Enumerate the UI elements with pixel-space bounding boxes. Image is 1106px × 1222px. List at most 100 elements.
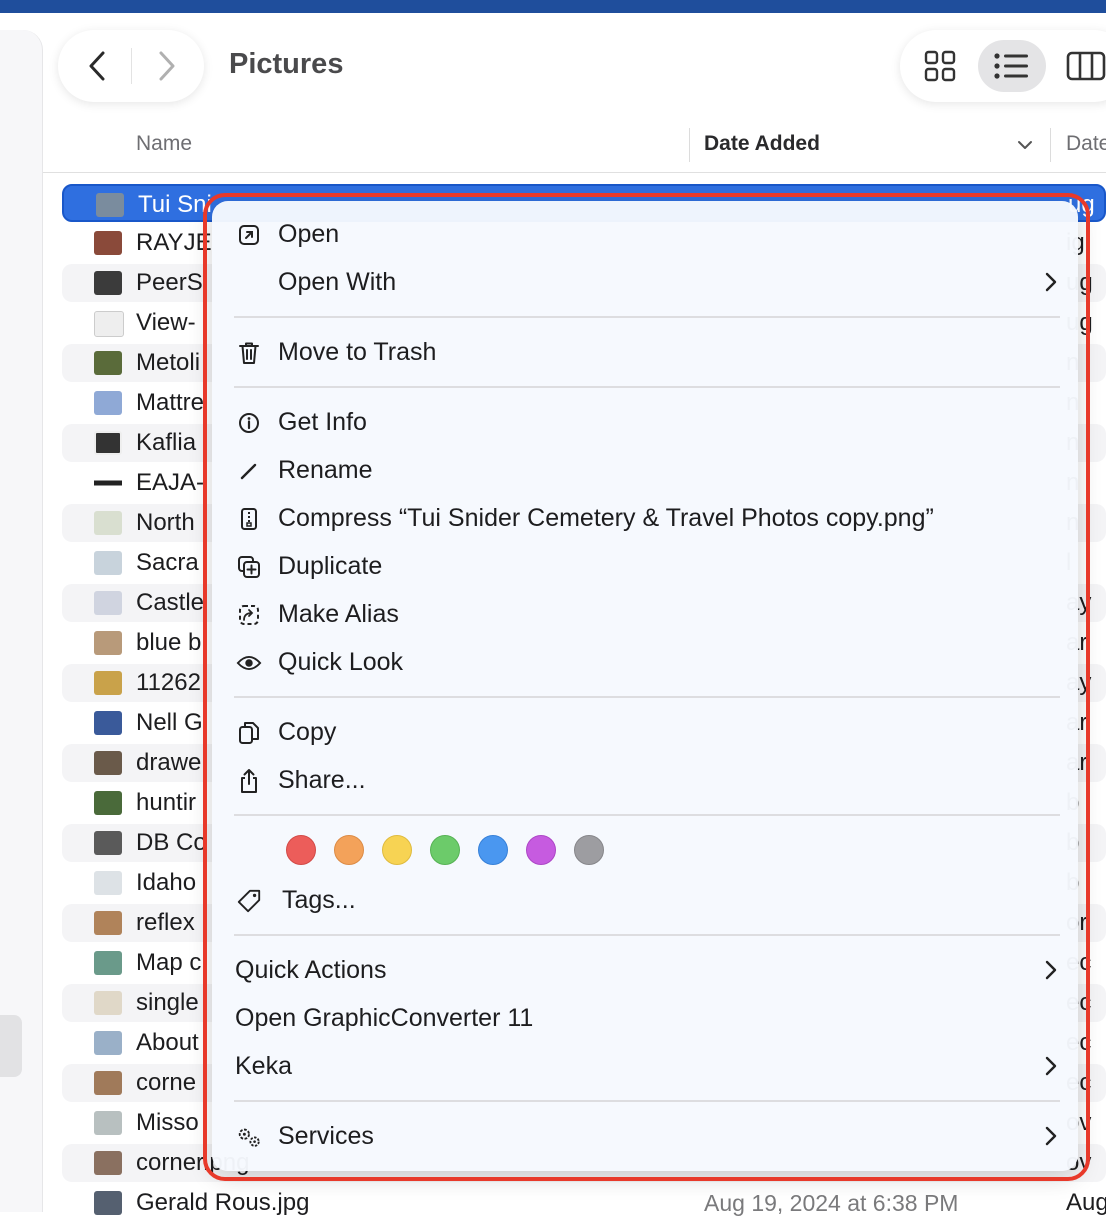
menu-item-keka[interactable]: Keka [212,1044,1078,1090]
file-thumbnail [96,193,124,217]
chevron-right-icon [1045,272,1057,292]
chevron-right-icon [1045,960,1057,980]
file-name: EAJA- [136,469,205,496]
eye-icon [236,650,262,676]
file-thumbnail [94,831,122,855]
trash-icon [236,340,262,366]
file-thumbnail [94,1071,122,1095]
view-mode-switcher [900,30,1106,102]
menu-item-label: Compress “Tui Snider Cemetery & Travel P… [278,504,934,532]
file-name: About [136,1029,199,1056]
open-icon [236,222,262,248]
file-thumbnail [94,791,122,815]
tag-green[interactable] [430,835,460,865]
file-row[interactable]: Gerald Rous.jpg Aug 19, 2024 at 6:38 PM Au… [62,1184,1106,1222]
info-icon [236,410,262,436]
menu-item-label: Share... [278,766,366,794]
menu-item-open-with[interactable]: Open With [212,260,1078,306]
list-icon [994,53,1028,79]
menu-item-label: Open [278,220,340,248]
menu-item-quick-look[interactable]: Quick Look [212,640,1078,686]
file-date-added: Aug 19, 2024 at 6:38 PM [704,1190,959,1216]
menu-item-compress[interactable]: Compress “Tui Snider Cemetery & Travel P… [212,496,1078,542]
forward-button[interactable] [132,30,202,102]
file-name: Kaflia [136,429,197,456]
file-name: huntir [136,789,197,816]
list-view-button[interactable] [978,40,1046,92]
menu-item-duplicate[interactable]: Duplicate [212,544,1078,590]
archive-icon [236,506,262,532]
menu-item-label: Copy [278,718,337,746]
file-thumbnail [94,671,122,695]
file-name: blue b [136,629,202,656]
menu-item-get-info[interactable]: Get Info [212,400,1078,446]
file-thumbnail [94,711,122,735]
file-name: Gerald Rous.jpg [136,1189,310,1216]
menu-item-label: Make Alias [278,600,399,628]
column-view-button[interactable] [1052,40,1106,92]
file-thumbnail [94,751,122,775]
column-headers: Name Date Added Date [43,120,1106,173]
menu-separator [234,316,1060,318]
column-header-date-added[interactable]: Date Added [704,132,820,156]
chevron-right-icon [1045,1126,1057,1146]
file-name: PeerS [136,269,203,296]
menu-item-make-alias[interactable]: Make Alias [212,592,1078,638]
file-name: Map c [136,949,202,976]
file-name: RAYJE [136,229,212,256]
file-thumbnail [94,271,122,295]
tag-blue[interactable] [478,835,508,865]
menu-item-rename[interactable]: Rename [212,448,1078,494]
menu-item-label: Keka [235,1052,292,1080]
sidebar-selected-item[interactable] [0,1015,22,1077]
file-thumbnail [94,911,122,935]
menu-item-share[interactable]: Share... [212,758,1078,804]
tag-icon [236,888,262,914]
alias-icon [236,602,262,628]
tag-yellow[interactable] [382,835,412,865]
menu-item-move-to-trash[interactable]: Move to Trash [212,330,1078,376]
menu-separator [234,386,1060,388]
file-name: Castle [136,589,205,616]
tag-purple[interactable] [526,835,556,865]
pencil-icon [236,458,262,484]
menu-item-tags[interactable]: Tags... [212,878,1078,924]
menu-item-open-graphicconverter[interactable]: Open GraphicConverter 11 [212,996,1078,1042]
file-name: DB Co [136,829,207,856]
chevron-down-icon[interactable] [1017,140,1033,150]
copy-icon [236,720,262,746]
file-thumbnail [94,631,122,655]
tag-orange[interactable] [334,835,364,865]
menu-item-quick-actions[interactable]: Quick Actions [212,948,1078,994]
chevron-left-icon [89,51,105,81]
menu-separator [234,1100,1060,1102]
file-name: Metoli [136,349,201,376]
column-header-name[interactable]: Name [136,132,192,156]
menu-separator [234,934,1060,936]
file-name: Mattre [136,389,205,416]
column-header-date[interactable]: Date [1066,132,1106,156]
file-thumbnail [94,431,122,455]
menu-separator [234,814,1060,816]
back-button[interactable] [62,30,132,102]
menu-item-label: Rename [278,456,373,484]
file-thumbnail [94,871,122,895]
sidebar [0,30,43,1212]
file-name: Nell G [136,709,203,736]
menu-item-services[interactable]: Services [212,1114,1078,1160]
tag-red[interactable] [286,835,316,865]
icon-view-button[interactable] [906,40,974,92]
file-thumbnail [94,991,122,1015]
file-thumbnail [94,231,122,255]
tag-gray[interactable] [574,835,604,865]
menu-item-copy[interactable]: Copy [212,710,1078,756]
file-name: corne [136,1069,197,1096]
menu-separator [234,696,1060,698]
file-name: Sacra [136,549,199,576]
menu-item-open[interactable]: Open [212,212,1078,258]
file-thumbnail [94,591,122,615]
file-name: reflex [136,909,195,936]
menu-item-label: Quick Look [278,648,404,676]
column-divider [689,128,690,162]
file-name: Misso [136,1109,199,1136]
